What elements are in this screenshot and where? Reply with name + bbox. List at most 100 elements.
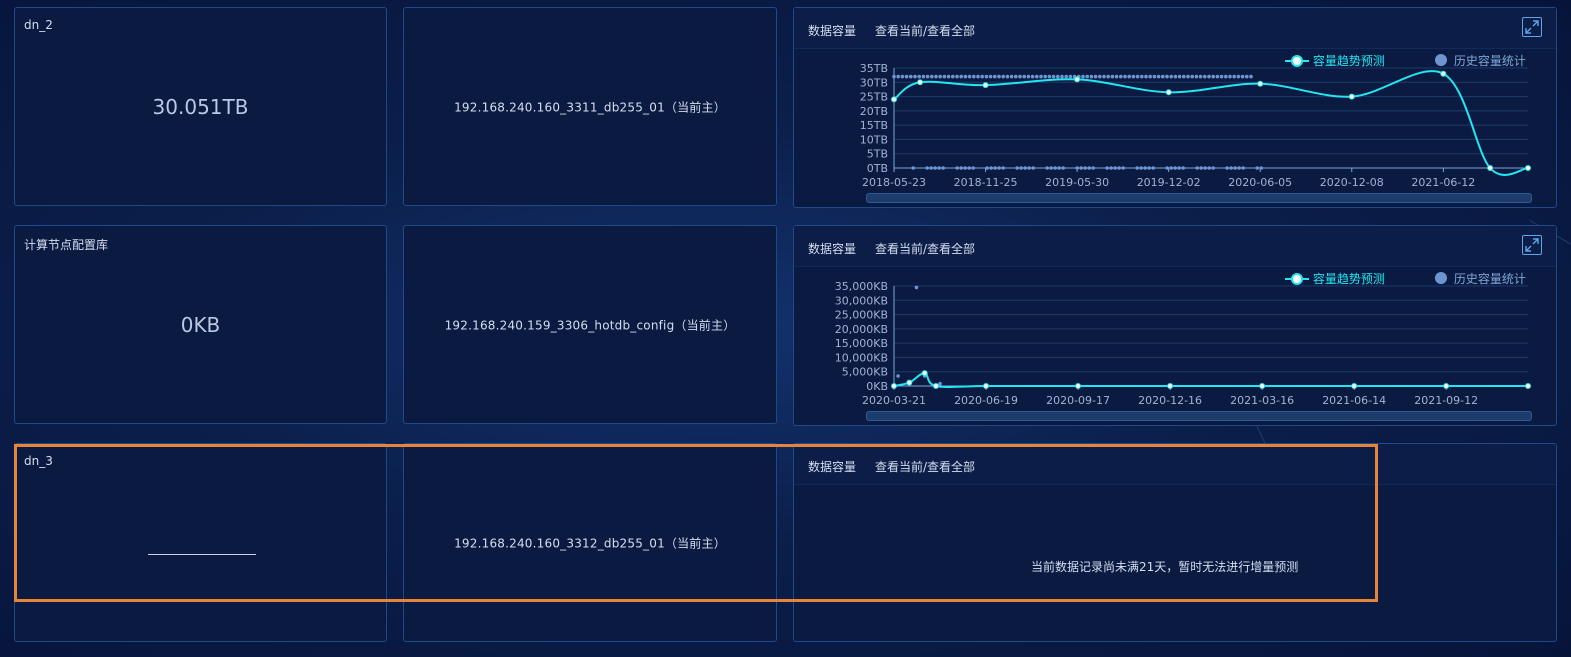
history-point (1207, 166, 1211, 170)
chart-header: 数据容量 查看当前/查看全部 (794, 226, 1556, 267)
history-point (1215, 74, 1220, 79)
y-tick-label: 15,000KB (835, 337, 888, 350)
history-point (1110, 74, 1115, 79)
history-point (1211, 166, 1215, 170)
history-point (1225, 166, 1229, 170)
history-point (892, 74, 896, 79)
trend-point (906, 379, 913, 386)
history-point (1186, 74, 1190, 79)
history-point (1241, 166, 1245, 170)
history-point (1113, 166, 1117, 170)
history-point (1009, 74, 1014, 79)
trend-point (1259, 383, 1266, 389)
view-toggle-link[interactable]: 查看当前/查看全部 (875, 458, 975, 475)
instance-address: 192.168.240.160_3312_db255_01（当前主） (454, 536, 726, 550)
history-point (941, 166, 945, 170)
history-point (913, 74, 917, 79)
history-point (963, 166, 967, 170)
history-point (1079, 166, 1083, 170)
history-point (1198, 74, 1203, 79)
history-point (976, 74, 980, 79)
history-point (911, 166, 915, 170)
history-point (1057, 166, 1061, 170)
trend-point (891, 383, 897, 389)
y-tick-label: 35,000KB (835, 280, 888, 293)
history-point (1035, 74, 1039, 79)
history-point (1194, 74, 1199, 79)
history-point (1224, 74, 1228, 79)
x-tick-label: 2018-11-25 (954, 176, 1018, 189)
history-point (1015, 166, 1019, 170)
history-point (933, 166, 937, 170)
chart-header: 数据容量 查看当前/查看全部 (794, 8, 1556, 49)
history-point (1089, 74, 1094, 79)
node-name: dn_3 (24, 454, 53, 468)
history-point (1173, 166, 1177, 170)
history-point (993, 74, 997, 79)
history-point (959, 166, 963, 170)
history-point (896, 374, 900, 378)
history-point (1169, 166, 1173, 170)
history-point (1249, 74, 1253, 79)
history-point (1259, 166, 1263, 170)
history-point (1031, 166, 1035, 170)
x-tick-label: 2018-05-23 (862, 176, 926, 189)
history-point (1109, 166, 1113, 170)
history-point (917, 74, 921, 79)
history-point (1114, 74, 1119, 79)
history-point (1068, 74, 1073, 79)
y-tick-label: 5,000KB (842, 366, 888, 379)
history-point (1139, 166, 1143, 170)
capacity-value: 30.051TB (152, 94, 249, 119)
history-point (1240, 74, 1245, 79)
history-point (1207, 74, 1211, 79)
view-toggle-link[interactable]: 查看当前/查看全部 (875, 240, 975, 257)
history-point (925, 166, 929, 170)
trend-point (1443, 383, 1450, 389)
x-tick-label: 2019-05-30 (1045, 176, 1109, 189)
history-point (914, 285, 919, 290)
history-point (955, 74, 959, 79)
history-point (1169, 74, 1173, 79)
y-tick-label: 15TB (860, 119, 888, 132)
history-point (1182, 74, 1186, 79)
history-point (1039, 74, 1043, 79)
history-point (1148, 74, 1152, 79)
history-point (1161, 74, 1165, 79)
history-point (929, 166, 933, 170)
history-point (1019, 166, 1023, 170)
node-card-dn3: dn_3 (14, 443, 387, 642)
history-point (1027, 166, 1031, 170)
history-point (1156, 74, 1161, 79)
instance-card: 192.168.240.160_3311_db255_01（当前主） (403, 7, 777, 206)
history-point (1087, 166, 1091, 170)
history-point (993, 166, 997, 170)
capacity-chart: 0KB5,000KB 10,000KB15,000KB20,000KB25,000… (835, 280, 1531, 407)
history-point (1151, 166, 1155, 170)
view-toggle-link[interactable]: 查看当前/查看全部 (875, 22, 975, 39)
history-point (1117, 166, 1121, 170)
x-tick-label: 2019-12-02 (1137, 176, 1201, 189)
history-point (1018, 74, 1022, 79)
history-point (1233, 166, 1237, 170)
history-point (1091, 166, 1095, 170)
history-point (1102, 74, 1106, 79)
trend-point (983, 383, 990, 389)
history-point (988, 74, 993, 79)
instance-card: 192.168.240.160_3312_db255_01（当前主） (403, 443, 777, 642)
history-point (930, 74, 934, 79)
expand-icon[interactable] (1522, 17, 1542, 37)
history-point (1075, 166, 1079, 170)
insufficient-data-message: 当前数据记录尚未满21天，暂时无法进行增量预测 (1031, 560, 1299, 574)
chart-header: 数据容量 查看当前/查看全部 (794, 444, 1556, 485)
zoom-slider[interactable] (866, 193, 1532, 203)
history-point (1053, 166, 1057, 170)
history-point (985, 166, 989, 170)
chart-title: 数据容量 (808, 24, 857, 38)
history-point (938, 74, 942, 79)
history-point (1083, 166, 1087, 170)
history-point (1060, 74, 1064, 79)
history-point (989, 166, 993, 170)
zoom-slider[interactable] (866, 411, 1532, 421)
expand-icon[interactable] (1522, 235, 1542, 255)
